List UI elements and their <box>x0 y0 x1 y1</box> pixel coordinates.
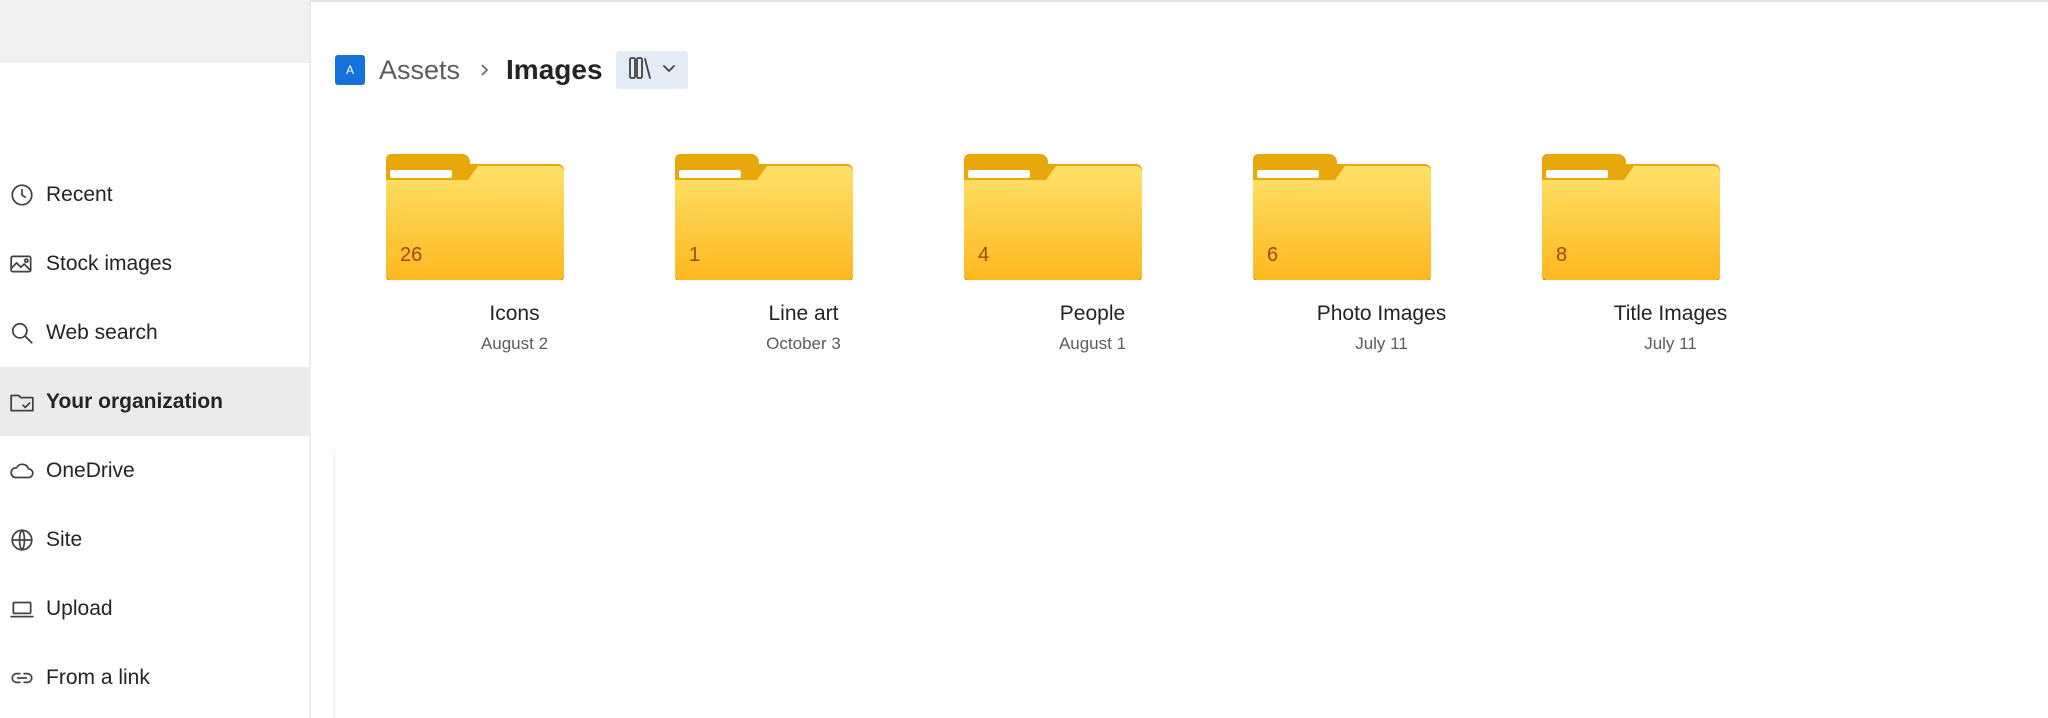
folder-count: 1 <box>689 244 701 266</box>
sidebar-item-from-a-link[interactable]: From a link <box>0 643 309 712</box>
folder-name: Line art <box>768 302 839 325</box>
sidebar-item-label: Recent <box>46 182 113 206</box>
sidebar-item-label: Your organization <box>46 389 223 413</box>
folder-name: People <box>1059 302 1126 325</box>
link-icon <box>8 664 36 692</box>
sidebar-item-your-organization[interactable]: Your organization <box>0 367 309 436</box>
organization-folder-icon <box>8 388 36 416</box>
folder-item[interactable]: 8 Title Images July 11 <box>1526 150 1815 354</box>
folder-name: Photo Images <box>1316 302 1447 325</box>
folder-icon: 1 <box>675 150 853 282</box>
content-divider <box>334 450 335 718</box>
folder-icon: 8 <box>1542 150 1720 282</box>
folder-date: August 1 <box>1058 334 1127 353</box>
sidebar-item-label: Upload <box>46 596 113 620</box>
search-icon <box>8 319 36 347</box>
breadcrumb-current: Images <box>506 54 603 85</box>
folder-date: July 11 <box>1644 334 1697 353</box>
sidebar: Recent Stock images Web search Your orga… <box>0 0 311 718</box>
clock-icon <box>8 181 36 209</box>
sidebar-item-onedrive[interactable]: OneDrive <box>0 436 309 505</box>
folder-icon: 4 <box>964 150 1142 282</box>
sidebar-nav: Recent Stock images Web search Your orga… <box>0 160 309 712</box>
sidebar-item-web-search[interactable]: Web search <box>0 298 309 367</box>
folder-icon: 6 <box>1253 150 1431 282</box>
sidebar-item-stock-images[interactable]: Stock images <box>0 229 309 298</box>
folder-item[interactable]: 4 People August 1 <box>948 150 1237 354</box>
chevron-down-icon <box>662 61 676 80</box>
sidebar-item-label: Web search <box>46 320 158 344</box>
folder-date: July 11 <box>1355 334 1408 353</box>
cloud-icon <box>8 457 36 485</box>
sidebar-item-label: OneDrive <box>46 458 135 482</box>
globe-icon <box>8 526 36 554</box>
folder-date: August 2 <box>480 334 549 353</box>
sidebar-header <box>0 0 309 63</box>
folder-name: Title Images <box>1613 302 1728 325</box>
sidebar-item-recent[interactable]: Recent <box>0 160 309 229</box>
library-badge: A <box>335 55 365 85</box>
folder-icon: 26 <box>386 150 564 282</box>
folder-item[interactable]: 1 Line art October 3 <box>659 150 948 354</box>
sidebar-item-label: Site <box>46 527 83 551</box>
view-switcher-button[interactable] <box>615 51 688 89</box>
folder-date: October 3 <box>766 334 841 353</box>
folder-count: 6 <box>1267 244 1279 266</box>
sidebar-item-label: Stock images <box>46 251 173 275</box>
breadcrumb-parent[interactable]: Assets <box>379 55 460 86</box>
stock-images-icon <box>8 250 36 278</box>
folder-grid: 26 Icons August 2 1 Line art October 3 4… <box>370 150 1815 354</box>
chevron-right-icon <box>478 63 492 77</box>
sidebar-item-label: From a link <box>46 665 150 689</box>
library-view-icon <box>628 55 656 86</box>
sidebar-item-upload[interactable]: Upload <box>0 574 309 643</box>
folder-count: 4 <box>978 244 990 266</box>
folder-count: 8 <box>1556 244 1568 266</box>
folder-item[interactable]: 6 Photo Images July 11 <box>1237 150 1526 354</box>
breadcrumb: A Assets Images <box>335 51 688 89</box>
laptop-icon <box>8 595 36 623</box>
sidebar-item-site[interactable]: Site <box>0 505 309 574</box>
folder-count: 26 <box>400 244 423 266</box>
folder-item[interactable]: 26 Icons August 2 <box>370 150 659 354</box>
folder-name: Icons <box>489 302 540 325</box>
